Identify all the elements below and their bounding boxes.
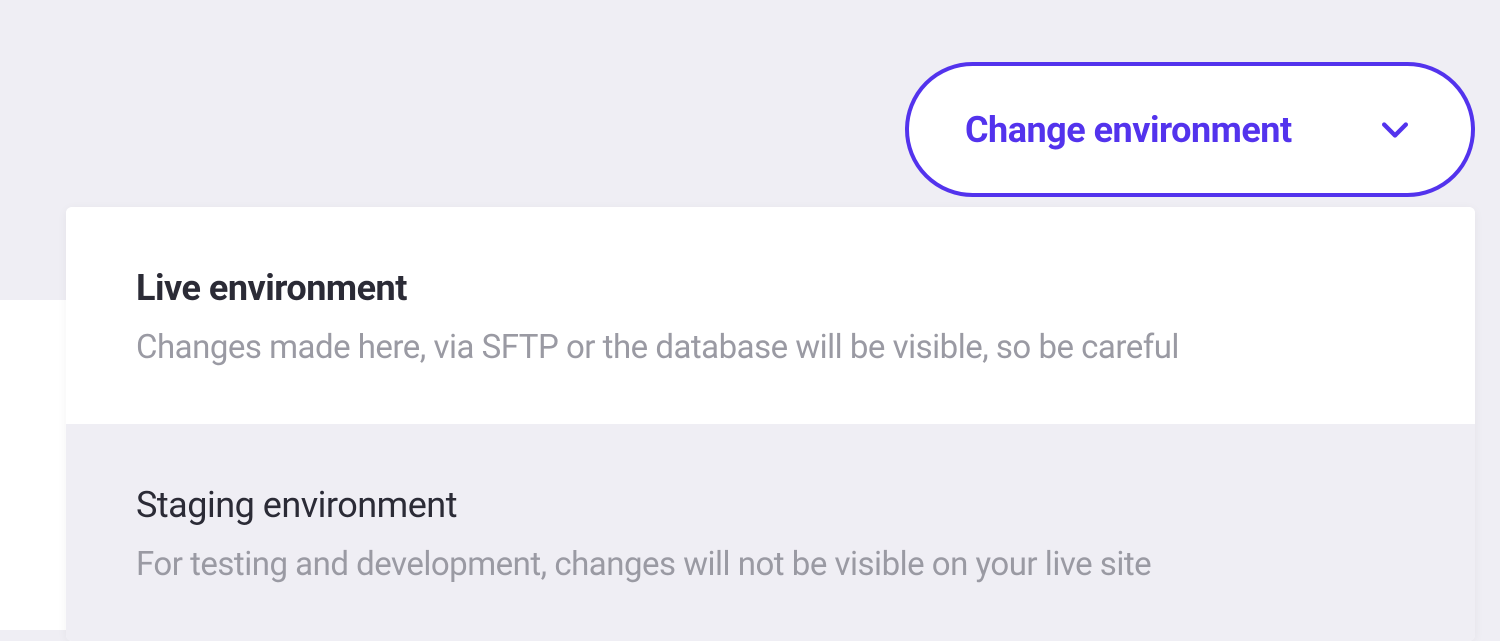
environment-option-description: Changes made here, via SFTP or the datab…	[136, 327, 1405, 370]
environment-option-title: Staging environment	[136, 484, 1405, 526]
environment-option-title: Live environment	[136, 267, 1405, 309]
chevron-down-icon	[1381, 116, 1409, 144]
change-environment-label: Change environment	[965, 109, 1292, 151]
change-environment-button[interactable]: Change environment	[905, 62, 1475, 197]
background-strip	[0, 300, 70, 630]
environment-option-description: For testing and development, changes wil…	[136, 544, 1405, 587]
environment-dropdown-panel: Live environment Changes made here, via …	[66, 207, 1475, 641]
environment-option-live[interactable]: Live environment Changes made here, via …	[66, 207, 1475, 424]
environment-option-staging[interactable]: Staging environment For testing and deve…	[66, 424, 1475, 641]
